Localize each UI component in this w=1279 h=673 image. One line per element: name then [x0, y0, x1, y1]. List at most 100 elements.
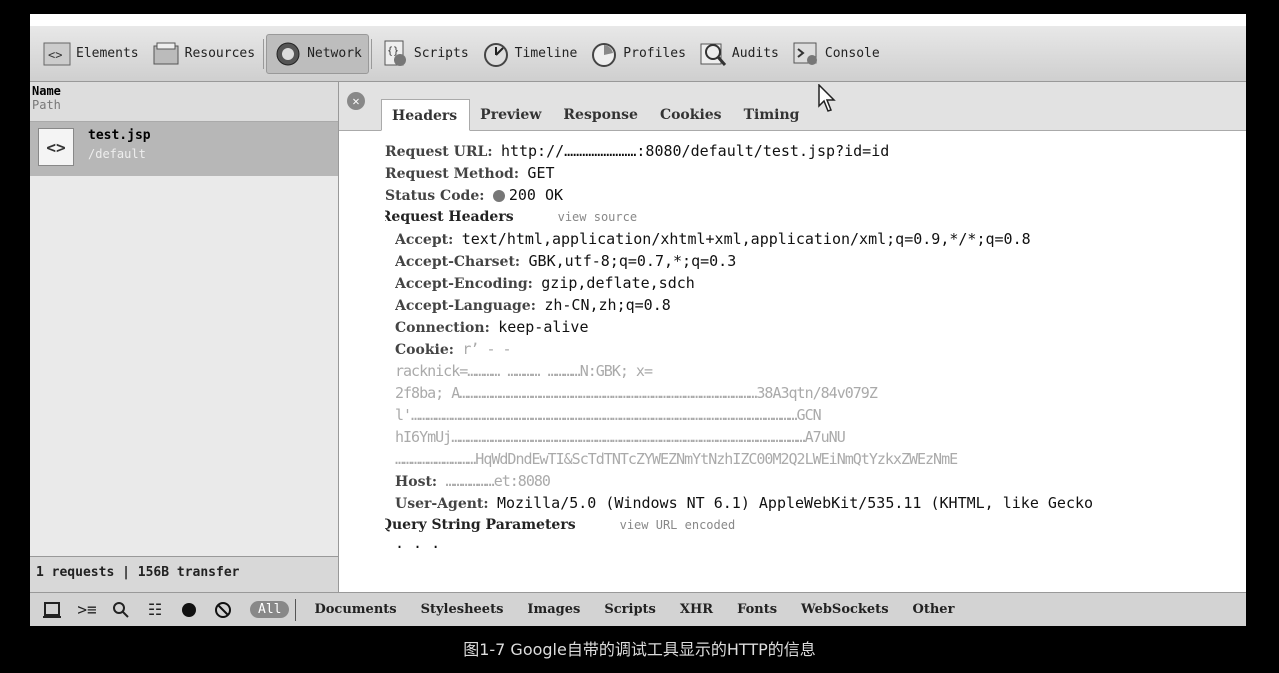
header-key: Request Method: — [385, 166, 519, 182]
cookie-line: hI6YmUj………………………………………………………………………………………… — [395, 428, 846, 446]
header-key: Accept-Language: — [395, 298, 536, 314]
cookie-line: l'……………………………………………………………………………………………………… — [395, 406, 822, 424]
console-icon — [791, 40, 821, 68]
tab-audits[interactable]: Audits — [692, 34, 785, 74]
tab-elements[interactable]: <> Elements — [36, 34, 145, 74]
header-line: Accept-Language: zh-CN,zh;q=0.8 — [395, 294, 1245, 316]
tab-resources-label: Resources — [184, 46, 256, 61]
tab-timeline-label: Timeline — [514, 46, 578, 61]
tab-network[interactable]: Network — [266, 33, 369, 74]
tab-resources[interactable]: Resources — [145, 34, 261, 74]
view-url-encoded-link[interactable]: view URL encoded — [620, 518, 736, 532]
header-value: text/html,application/xhtml+xml,applicat… — [461, 230, 1031, 248]
request-list-panel: Name Path <> test.jsp /default 1 request… — [30, 82, 339, 592]
header-key: User-Agent: — [395, 496, 489, 512]
tab-timing[interactable]: Timing — [734, 99, 812, 131]
tab-profiles[interactable]: Profiles — [583, 34, 692, 74]
status-dot-icon — [492, 190, 505, 202]
devtools-toolbar: <> Elements Resources Network {} Scripts — [30, 26, 1246, 82]
request-path: /default — [88, 147, 146, 161]
section-title: Request Headers — [385, 209, 514, 225]
tab-preview[interactable]: Preview — [470, 99, 553, 131]
header-value: ………………et:8080 — [445, 472, 551, 490]
header-value: Mozilla/5.0 (Windows NT 6.1) AppleWebKit… — [497, 494, 1094, 512]
header-value: gzip,deflate,sdch — [541, 274, 695, 292]
view-source-link[interactable]: view source — [558, 210, 637, 224]
header-line: Request URL: http://……………………:8080/defaul… — [385, 140, 1245, 162]
header-line: Accept-Charset: GBK,utf-8;q=0.7,*;q=0.3 — [395, 250, 1245, 272]
headers-content: Request URL: http://……………………:8080/defaul… — [385, 140, 1245, 558]
list-view-icon[interactable]: ☷ — [138, 597, 172, 623]
filter-other[interactable]: Other — [901, 602, 967, 617]
header-key: Host: — [395, 474, 438, 490]
header-value: 200 OK — [508, 186, 564, 204]
header-line: Accept: text/html,application/xhtml+xml,… — [395, 228, 1245, 250]
detail-tabbar: ✕ Headers Preview Response Cookies Timin… — [339, 82, 1246, 131]
tab-scripts[interactable]: {} Scripts — [374, 34, 475, 74]
tab-cookies[interactable]: Cookies — [650, 99, 734, 131]
scripts-icon: {} — [380, 40, 410, 68]
filter-scripts[interactable]: Scripts — [592, 602, 668, 617]
header-value: GBK,utf-8;q=0.7,*;q=0.3 — [528, 252, 737, 270]
section-request-headers[interactable]: ▼Request Headersview source — [385, 206, 1245, 228]
filter-stylesheets[interactable]: Stylesheets — [409, 602, 516, 617]
header-value: keep-alive — [498, 318, 589, 336]
devtools-window: <> Elements Resources Network {} Scripts — [30, 14, 1246, 626]
header-key: Accept: — [395, 232, 454, 248]
request-name: test.jsp — [88, 128, 151, 143]
tab-response[interactable]: Response — [553, 99, 650, 131]
close-icon[interactable]: ✕ — [347, 92, 365, 110]
tab-console[interactable]: Console — [785, 34, 886, 74]
elements-icon: <> — [42, 40, 72, 68]
header-line: Host: ………………et:8080 — [395, 470, 1245, 492]
tab-profiles-label: Profiles — [623, 46, 686, 61]
header-value: http://……………………:8080/default/test.jsp?id… — [500, 142, 890, 160]
filter-divider — [295, 598, 297, 621]
column-name-header[interactable]: Name — [32, 84, 338, 98]
header-line: Status Code: 200 OK — [385, 184, 1245, 206]
query-param-line: · · · — [395, 538, 441, 556]
record-icon[interactable] — [172, 597, 206, 623]
tab-console-label: Console — [824, 46, 880, 61]
console-drawer-icon[interactable]: >≡ — [70, 597, 104, 623]
dock-icon[interactable] — [36, 597, 70, 623]
tab-elements-label: Elements — [76, 46, 139, 61]
tab-timeline[interactable]: Timeline — [475, 34, 584, 74]
filter-images[interactable]: Images — [515, 602, 592, 617]
svg-text:<>: <> — [48, 48, 62, 62]
figure-caption: 图1-7 Google自带的调试工具显示的HTTP的信息 — [463, 640, 816, 659]
request-list-header[interactable]: Name Path — [30, 82, 338, 122]
timeline-icon — [481, 40, 511, 68]
resources-icon — [151, 40, 181, 68]
tab-network-label: Network — [307, 46, 362, 61]
network-status-bar: >≡ ☷ All Documents Stylesheets Images Sc… — [30, 592, 1246, 626]
tab-audits-label: Audits — [731, 46, 779, 61]
header-line: Connection: keep-alive — [395, 316, 1245, 338]
header-key: Cookie: — [395, 342, 454, 358]
filter-xhr[interactable]: XHR — [668, 602, 725, 617]
filter-fonts[interactable]: Fonts — [725, 602, 789, 617]
section-query-string[interactable]: ▼Query String Parametersview URL encoded — [385, 514, 1245, 536]
network-icon — [273, 40, 303, 68]
cookie-line: …………………………HqWdDndEwTI&ScTdTNTcZYWEZNmYtN… — [395, 450, 958, 468]
tab-headers[interactable]: Headers — [381, 99, 471, 131]
request-summary: 1 requests | 156B transfer — [30, 556, 338, 592]
header-line: Cookie: rʼ ‐ ‐ — [395, 338, 1245, 360]
tab-scripts-label: Scripts — [413, 46, 469, 61]
clear-icon[interactable] — [206, 597, 240, 623]
filter-documents[interactable]: Documents — [302, 602, 408, 617]
cookie-line: 2f8ba; A……………………………………………………………………………………… — [395, 384, 878, 402]
profiles-icon — [589, 40, 619, 68]
filter-websockets[interactable]: WebSockets — [789, 602, 900, 617]
mouse-cursor-icon — [818, 84, 836, 112]
header-line: Accept-Encoding: gzip,deflate,sdch — [395, 272, 1245, 294]
header-key: Connection: — [395, 320, 490, 336]
request-row[interactable]: <> test.jsp /default — [30, 122, 338, 176]
header-key: Status Code: — [385, 188, 485, 204]
html-file-icon: <> — [38, 128, 74, 166]
search-icon[interactable] — [104, 597, 138, 623]
column-path-header[interactable]: Path — [32, 98, 61, 112]
filter-all-button[interactable]: All — [250, 601, 290, 618]
header-value: rʼ ‐ ‐ — [462, 340, 511, 358]
header-line: User-Agent: Mozilla/5.0 (Windows NT 6.1)… — [395, 492, 1245, 514]
